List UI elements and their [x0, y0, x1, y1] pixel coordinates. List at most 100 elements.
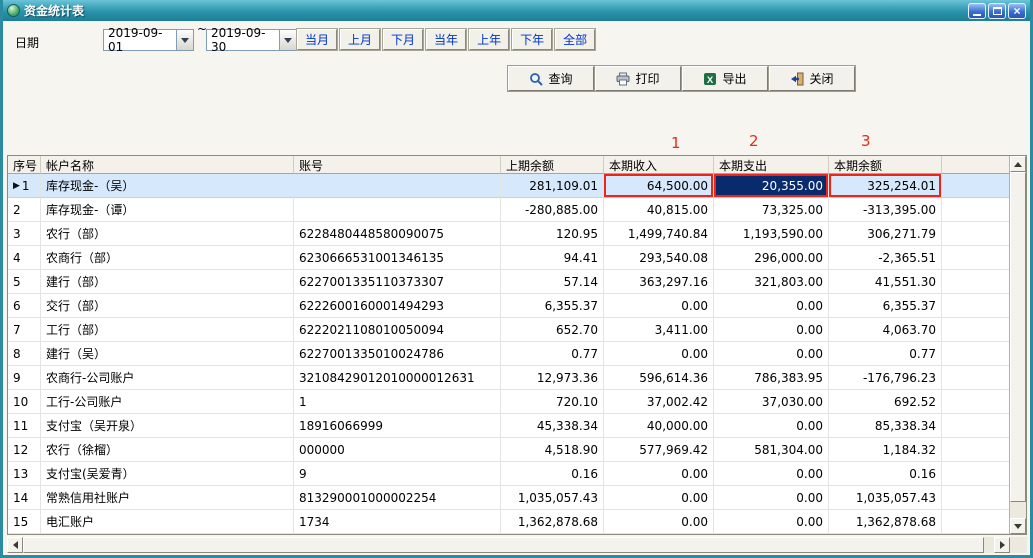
- table-cell[interactable]: -280,885.00: [501, 198, 604, 222]
- table-cell[interactable]: 0.00: [604, 510, 714, 534]
- column-header-4[interactable]: 上期余额: [501, 156, 604, 174]
- table-cell[interactable]: 0.00: [714, 318, 829, 342]
- table-cell[interactable]: 0.00: [714, 462, 829, 486]
- table-row[interactable]: 6交行（部）62226001600014942936,355.370.000.0…: [8, 294, 1009, 318]
- table-cell[interactable]: 0.00: [714, 414, 829, 438]
- table-cell[interactable]: 7: [8, 318, 41, 342]
- column-header-5[interactable]: 本期收入: [604, 156, 714, 174]
- table-cell[interactable]: 8: [8, 342, 41, 366]
- table-cell[interactable]: 0.00: [604, 342, 714, 366]
- table-cell[interactable]: 94.41: [501, 246, 604, 270]
- table-cell[interactable]: 813290001000002254: [294, 486, 501, 510]
- table-cell[interactable]: 1,035,057.43: [829, 486, 942, 510]
- table-cell[interactable]: 0.00: [604, 294, 714, 318]
- dropdown-arrow-icon[interactable]: [176, 30, 193, 50]
- table-cell[interactable]: 596,614.36: [604, 366, 714, 390]
- table-cell[interactable]: 1,193,590.00: [714, 222, 829, 246]
- table-cell[interactable]: 6: [8, 294, 41, 318]
- table-cell[interactable]: 40,815.00: [604, 198, 714, 222]
- table-cell[interactable]: 0.00: [714, 510, 829, 534]
- table-cell[interactable]: 1: [294, 390, 501, 414]
- column-header-3[interactable]: 账号: [294, 156, 501, 174]
- date-to-combo[interactable]: 2019-09-30: [206, 29, 297, 51]
- table-cell[interactable]: 325,254.01: [829, 174, 942, 198]
- table-cell[interactable]: 786,383.95: [714, 366, 829, 390]
- table-cell[interactable]: 3,411.00: [604, 318, 714, 342]
- dropdown-arrow-icon[interactable]: [279, 30, 296, 50]
- scroll-right-button[interactable]: [994, 537, 1010, 553]
- table-row[interactable]: 4农商行（部）623066653100134613594.41293,540.0…: [8, 246, 1009, 270]
- table-cell[interactable]: 11: [8, 414, 41, 438]
- table-cell[interactable]: 0.00: [714, 294, 829, 318]
- table-cell[interactable]: 0.00: [604, 462, 714, 486]
- close-button[interactable]: ×: [1008, 3, 1026, 19]
- table-cell[interactable]: 0.77: [829, 342, 942, 366]
- table-row[interactable]: 10工行-公司账户1720.1037,002.4237,030.00692.52: [8, 390, 1009, 414]
- table-cell[interactable]: 1,035,057.43: [501, 486, 604, 510]
- table-cell[interactable]: 14: [8, 486, 41, 510]
- table-cell[interactable]: 4,518.90: [501, 438, 604, 462]
- table-row[interactable]: 14常熟信用社账户8132900010000022541,035,057.430…: [8, 486, 1009, 510]
- table-cell[interactable]: 电汇账户: [41, 510, 294, 534]
- table-cell[interactable]: 0.00: [714, 342, 829, 366]
- query-button[interactable]: 查询: [508, 66, 594, 91]
- table-cell[interactable]: 0.16: [501, 462, 604, 486]
- vertical-scroll-thumb[interactable]: [1010, 172, 1026, 502]
- column-header-1[interactable]: 序号: [8, 156, 41, 174]
- table-row[interactable]: ▶1库存现金-（吴）281,109.0164,500.0020,355.0032…: [8, 174, 1009, 198]
- table-cell[interactable]: -313,395.00: [829, 198, 942, 222]
- column-header-2[interactable]: 帐户名称: [41, 156, 294, 174]
- table-cell[interactable]: 306,271.79: [829, 222, 942, 246]
- scroll-down-button[interactable]: [1010, 518, 1026, 534]
- table-cell[interactable]: 4,063.70: [829, 318, 942, 342]
- table-cell[interactable]: 1,362,878.68: [829, 510, 942, 534]
- table-cell[interactable]: 建行（吴）: [41, 342, 294, 366]
- table-cell[interactable]: 0.16: [829, 462, 942, 486]
- table-cell[interactable]: 0.00: [604, 486, 714, 510]
- table-cell[interactable]: 18916066999: [294, 414, 501, 438]
- table-cell[interactable]: 581,304.00: [714, 438, 829, 462]
- column-header-7[interactable]: 本期余额: [829, 156, 942, 174]
- table-cell[interactable]: 652.70: [501, 318, 604, 342]
- table-cell[interactable]: 720.10: [501, 390, 604, 414]
- table-cell[interactable]: 1,499,740.84: [604, 222, 714, 246]
- table-cell[interactable]: 293,540.08: [604, 246, 714, 270]
- table-cell[interactable]: 363,297.16: [604, 270, 714, 294]
- table-cell[interactable]: 577,969.42: [604, 438, 714, 462]
- minimize-button[interactable]: [968, 3, 986, 19]
- table-cell[interactable]: 6227001335010024786: [294, 342, 501, 366]
- table-cell[interactable]: 13: [8, 462, 41, 486]
- table-cell[interactable]: 库存现金-（谭）: [41, 198, 294, 222]
- table-cell[interactable]: 45,338.34: [501, 414, 604, 438]
- table-cell[interactable]: 692.52: [829, 390, 942, 414]
- quick-filter-button-3[interactable]: 下月: [383, 29, 423, 50]
- table-row[interactable]: 3农行（部）6228480448580090075120.951,499,740…: [8, 222, 1009, 246]
- table-cell[interactable]: 37,030.00: [714, 390, 829, 414]
- table-cell[interactable]: 交行（部）: [41, 294, 294, 318]
- date-from-combo[interactable]: 2019-09-01: [103, 29, 194, 51]
- table-cell[interactable]: 建行（部）: [41, 270, 294, 294]
- table-cell[interactable]: 0.77: [501, 342, 604, 366]
- table-cell[interactable]: 15: [8, 510, 41, 534]
- table-cell[interactable]: 9: [294, 462, 501, 486]
- table-cell[interactable]: [294, 174, 501, 198]
- table-cell[interactable]: 1,362,878.68: [501, 510, 604, 534]
- maximize-button[interactable]: [988, 3, 1006, 19]
- table-cell[interactable]: 6,355.37: [829, 294, 942, 318]
- close-button[interactable]: 关闭: [769, 66, 855, 91]
- print-button[interactable]: 打印: [595, 66, 681, 91]
- table-cell[interactable]: 农商行-公司账户: [41, 366, 294, 390]
- table-cell[interactable]: 库存现金-（吴）: [41, 174, 294, 198]
- quick-filter-button-1[interactable]: 当月: [297, 29, 337, 50]
- table-cell[interactable]: 12: [8, 438, 41, 462]
- table-cell[interactable]: 常熟信用社账户: [41, 486, 294, 510]
- table-cell[interactable]: 41,551.30: [829, 270, 942, 294]
- table-cell[interactable]: -176,796.23: [829, 366, 942, 390]
- quick-filter-button-4[interactable]: 当年: [426, 29, 466, 50]
- table-row[interactable]: 12农行（徐榴）0000004,518.90577,969.42581,304.…: [8, 438, 1009, 462]
- horizontal-scrollbar[interactable]: [7, 537, 1027, 553]
- table-row[interactable]: 13支付宝(吴爱青）90.160.000.000.16: [8, 462, 1009, 486]
- horizontal-scroll-thumb[interactable]: [23, 537, 984, 553]
- table-cell[interactable]: 工行（部）: [41, 318, 294, 342]
- table-cell[interactable]: ▶1: [8, 174, 41, 198]
